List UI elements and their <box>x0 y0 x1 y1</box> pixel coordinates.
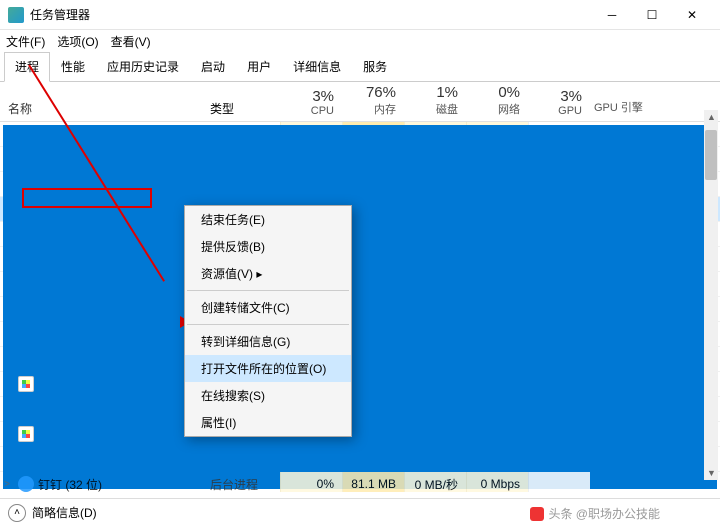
col-cpu[interactable]: 3% CPU <box>280 88 342 117</box>
tab-app-history[interactable]: 应用历史记录 <box>96 52 190 81</box>
maximize-button[interactable]: ☐ <box>632 1 672 29</box>
menu-options[interactable]: 选项(O) <box>57 33 98 50</box>
process-icon <box>18 376 34 392</box>
context-menu-item[interactable]: 结束任务(E) <box>185 206 351 233</box>
process-icon <box>18 351 34 367</box>
col-name[interactable]: 名称 <box>0 100 210 117</box>
context-menu: 结束任务(E)提供反馈(B)资源值(V) ▸ 创建转储文件(C) 转到详细信息(G)… <box>184 205 352 437</box>
tab-performance[interactable]: 性能 <box>50 52 96 81</box>
tab-details[interactable]: 详细信息 <box>282 52 352 81</box>
context-menu-item[interactable]: 在线搜索(S) <box>185 382 351 409</box>
tab-processes[interactable]: 进程 <box>4 52 50 82</box>
context-menu-item[interactable]: 属性(I) <box>185 409 351 436</box>
cell-network: 0 Mbps <box>466 472 528 492</box>
process-icon <box>18 426 34 442</box>
scrollbar-thumb[interactable] <box>705 130 717 180</box>
context-menu-item[interactable]: 创建转储文件(C) <box>185 294 351 321</box>
chevron-up-icon: ˄ <box>8 504 26 522</box>
title-bar: 任务管理器 ─ ☐ ✕ <box>0 0 720 30</box>
menu-separator <box>187 324 349 325</box>
process-name: 钉钉 (32 位) <box>38 476 210 493</box>
col-disk[interactable]: 1% 磁盘 <box>404 84 466 117</box>
scroll-up-icon[interactable]: ▲ <box>707 112 716 122</box>
col-gpu-engine[interactable]: GPU 引擎 <box>590 99 650 117</box>
column-headers: 名称 类型 3% CPU 76% 内存 1% 磁盘 0% 网络 3% GPU G… <box>0 82 720 122</box>
col-gpu[interactable]: 3% GPU <box>528 88 590 117</box>
expand-toggle-icon[interactable]: > <box>0 479 14 490</box>
process-icon <box>18 476 34 492</box>
cell-gpu <box>528 472 590 492</box>
vertical-scrollbar[interactable]: ▲ ▼ <box>704 110 718 480</box>
col-type[interactable]: 类型 <box>210 100 280 117</box>
process-type: 后台进程 <box>210 476 280 493</box>
window-title: 任务管理器 <box>30 6 592 23</box>
watermark-icon <box>530 507 544 521</box>
tab-services[interactable]: 服务 <box>352 52 398 81</box>
process-row[interactable]: >Microsoft Windows Sea后台进程0%14.2 MB0 MB/… <box>0 347 720 372</box>
close-button[interactable]: ✕ <box>672 1 712 29</box>
cell-cpu: 0% <box>280 472 342 492</box>
col-network[interactable]: 0% 网络 <box>466 84 528 117</box>
app-icon <box>8 7 24 23</box>
watermark: 头条 @职场办公技能 <box>530 505 660 522</box>
context-menu-item[interactable]: 提供反馈(B) <box>185 233 351 260</box>
tab-users[interactable]: 用户 <box>236 52 282 81</box>
scroll-down-icon[interactable]: ▼ <box>707 468 716 478</box>
context-menu-item[interactable]: 转到详细信息(G) <box>185 328 351 355</box>
cell-disk: 0 MB/秒 <box>404 472 466 492</box>
fewer-details-button[interactable]: ˄ 简略信息(D) <box>8 504 97 522</box>
menu-file[interactable]: 文件(F) <box>6 33 45 50</box>
minimize-button[interactable]: ─ <box>592 1 632 29</box>
context-menu-item[interactable]: 资源值(V) ▸ <box>185 260 351 287</box>
cell-memory: 81.1 MB <box>342 472 404 492</box>
process-list: >Windows 驱动程序基础 - 用户...后台进程0%0.1 MB0 MB/… <box>0 122 720 492</box>
menu-separator <box>187 290 349 291</box>
context-menu-item[interactable]: 打开文件所在的位置(O) <box>185 355 351 382</box>
tab-strip: 进程 性能 应用历史记录 启动 用户 详细信息 服务 <box>0 52 720 82</box>
menu-bar: 文件(F) 选项(O) 查看(V) <box>0 30 720 52</box>
tab-startup[interactable]: 启动 <box>190 52 236 81</box>
col-memory[interactable]: 76% 内存 <box>342 84 404 117</box>
menu-view[interactable]: 查看(V) <box>111 33 151 50</box>
process-row[interactable]: > 钉钉 (32 位)后台进程0%81.1 MB0 MB/秒0 Mbps <box>0 472 720 492</box>
